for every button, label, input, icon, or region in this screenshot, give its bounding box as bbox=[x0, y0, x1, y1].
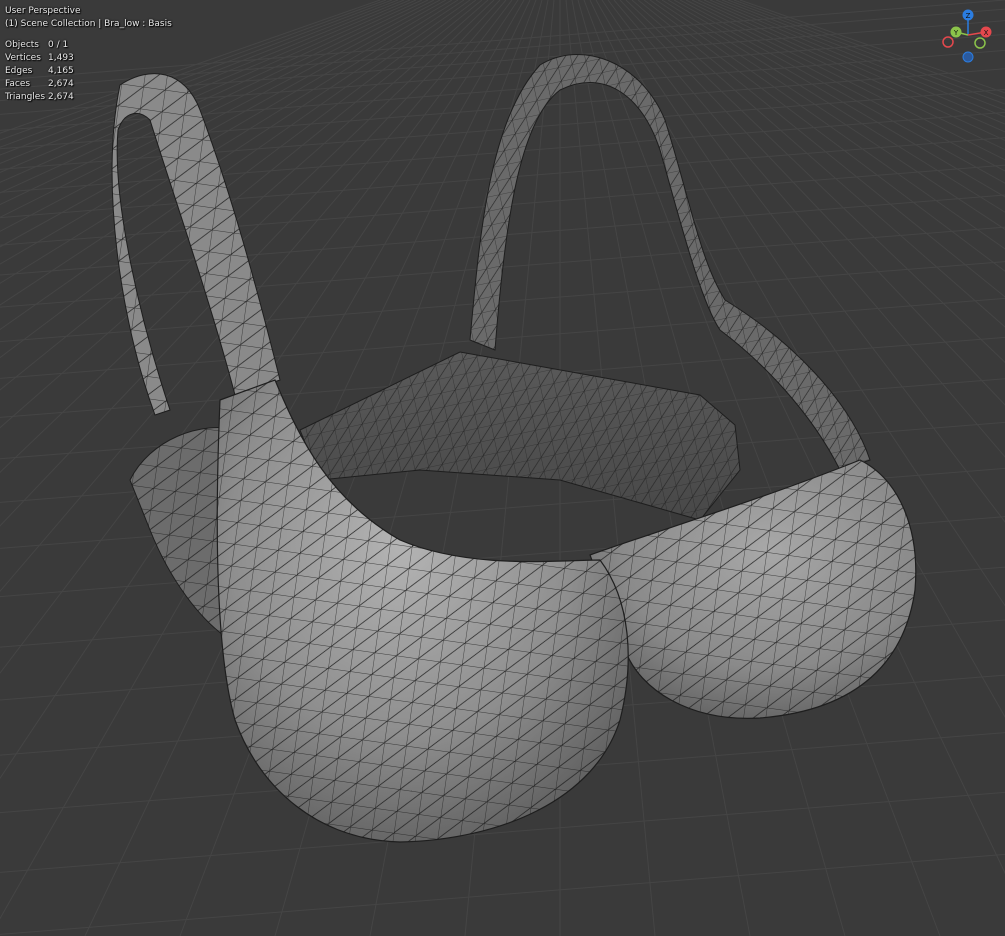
viewport-view-name: User Perspective bbox=[5, 6, 81, 16]
axis-z-handle[interactable]: Z bbox=[962, 9, 974, 21]
axis-x-handle[interactable]: X bbox=[980, 26, 992, 38]
svg-text:Y: Y bbox=[953, 29, 959, 37]
stat-label: Objects bbox=[5, 40, 40, 50]
stat-row-objects: Objects 0 / 1 bbox=[5, 39, 74, 52]
axis-neg-x-handle[interactable] bbox=[942, 36, 954, 48]
stat-row-triangles: Triangles 2,674 bbox=[5, 91, 74, 104]
axis-neg-z-handle[interactable] bbox=[962, 51, 974, 63]
stat-label: Faces bbox=[5, 79, 31, 89]
axis-neg-y-handle[interactable] bbox=[974, 37, 986, 49]
navigation-gizmo[interactable]: Z Y X bbox=[936, 5, 996, 65]
stat-row-faces: Faces 2,674 bbox=[5, 78, 74, 91]
viewport-collection-path: (1) Scene Collection | Bra_low : Basis bbox=[5, 19, 172, 29]
stat-value: 4,165 bbox=[48, 66, 74, 76]
mesh-scene[interactable] bbox=[0, 0, 1005, 936]
stat-row-vertices: Vertices 1,493 bbox=[5, 52, 74, 65]
svg-text:X: X bbox=[984, 29, 989, 37]
stat-value: 2,674 bbox=[48, 79, 74, 89]
stat-label: Vertices bbox=[5, 53, 41, 63]
stat-label: Edges bbox=[5, 66, 33, 76]
stat-value: 0 / 1 bbox=[48, 40, 69, 50]
viewport-statistics: Objects 0 / 1 Vertices 1,493 Edges 4,165… bbox=[5, 39, 74, 104]
axis-y-handle[interactable]: Y bbox=[950, 26, 962, 38]
stat-row-edges: Edges 4,165 bbox=[5, 65, 74, 78]
svg-text:Z: Z bbox=[966, 12, 971, 20]
stat-label: Triangles bbox=[5, 92, 46, 102]
3d-viewport[interactable]: User Perspective (1) Scene Collection | … bbox=[0, 0, 1005, 936]
stat-value: 2,674 bbox=[48, 92, 74, 102]
stat-value: 1,493 bbox=[48, 53, 74, 63]
